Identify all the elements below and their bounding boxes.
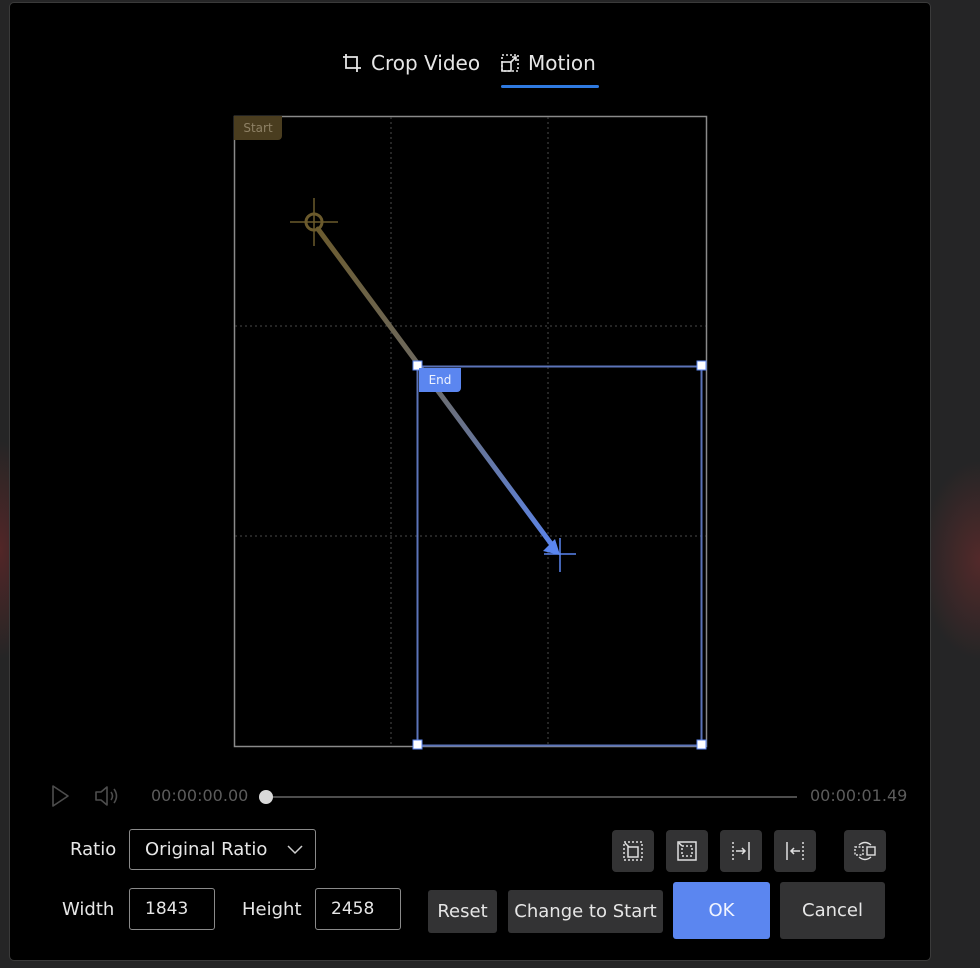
change-to-start-button[interactable]: Change to Start — [508, 890, 663, 933]
fit-crop-button[interactable] — [612, 830, 654, 872]
current-time: 00:00:00.00 — [151, 786, 249, 805]
swap-icon — [854, 841, 876, 861]
play-icon — [52, 785, 69, 807]
move-left-button[interactable] — [774, 830, 816, 872]
cancel-button[interactable]: Cancel — [780, 882, 885, 939]
motion-canvas[interactable]: Start End — [10, 3, 930, 763]
width-label: Width — [62, 899, 115, 920]
height-input[interactable] — [315, 888, 401, 930]
fill-crop-icon — [677, 841, 697, 861]
reset-button[interactable]: Reset — [428, 890, 497, 933]
fill-crop-button[interactable] — [666, 830, 708, 872]
align-right-icon — [732, 842, 750, 860]
width-input[interactable] — [129, 888, 215, 930]
volume-icon — [95, 786, 118, 806]
ratio-label: Ratio — [70, 839, 117, 860]
swap-button[interactable] — [844, 830, 886, 872]
fit-crop-icon — [623, 841, 643, 861]
ratio-select[interactable]: Original Ratio — [129, 829, 316, 870]
height-label: Height — [242, 899, 302, 920]
volume-button[interactable] — [94, 784, 122, 808]
crop-motion-dialog: Crop Video Motion Start End 00:00:00.00 … — [9, 2, 931, 961]
seek-bar[interactable] — [265, 796, 797, 798]
move-right-button[interactable] — [720, 830, 762, 872]
playback-bar: 00:00:00.00 00:00:01.49 — [10, 781, 930, 811]
resize-handle-top-right[interactable] — [696, 360, 707, 371]
total-time: 00:00:01.49 — [810, 786, 908, 805]
start-point-marker[interactable] — [290, 198, 338, 246]
align-left-icon — [786, 842, 804, 860]
resize-handle-bottom-left[interactable] — [412, 739, 423, 750]
seek-thumb[interactable] — [259, 790, 273, 804]
play-button[interactable] — [50, 784, 72, 808]
chevron-down-icon — [287, 845, 303, 855]
ratio-select-value: Original Ratio — [145, 839, 268, 860]
end-label-badge: End — [419, 368, 461, 392]
resize-handle-bottom-right[interactable] — [696, 739, 707, 750]
ok-button[interactable]: OK — [673, 882, 770, 939]
start-label-badge: Start — [234, 116, 282, 140]
